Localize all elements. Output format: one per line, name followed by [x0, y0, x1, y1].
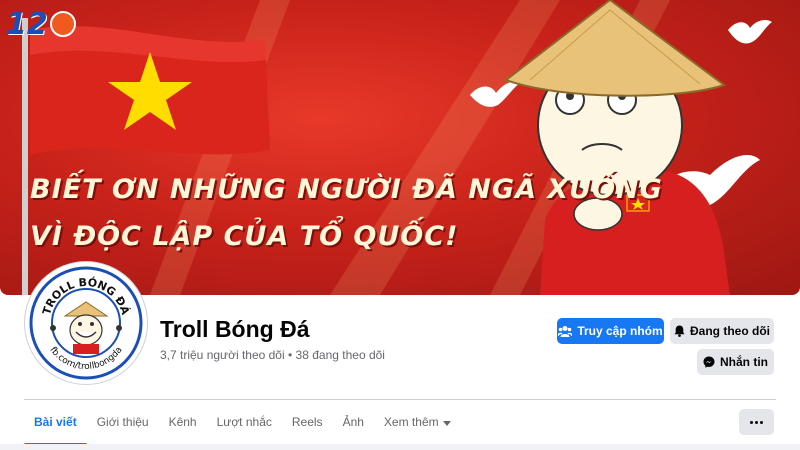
football-icon [49, 11, 76, 37]
page-stats: 3,7 triệu người theo dõi • 38 đang theo … [160, 348, 385, 362]
header-divider [24, 399, 776, 400]
tab-posts[interactable]: Bài viết [24, 402, 87, 446]
cover-headline-line1: BIẾT ƠN NHỮNG NGƯỜI ĐÃ NGÃ XUỐNG [30, 174, 663, 205]
brand-logo: 12 [6, 4, 76, 44]
following-count[interactable]: 38 đang theo dõi [296, 348, 385, 362]
group-icon [558, 326, 573, 337]
tab-mentions[interactable]: Lượt nhắc [207, 402, 282, 442]
access-group-button[interactable]: Truy cập nhóm [557, 318, 664, 344]
cover-photo[interactable]: 12 BIẾT ƠN NHỮNG NGƯỜI ĐÃ NGÃ XUỐNG VÌ Đ… [0, 0, 800, 295]
stats-separator: • [288, 348, 293, 362]
message-button[interactable]: Nhắn tin [697, 349, 774, 375]
page-tabs: Bài viết Giới thiệu Kênh Lượt nhắc Reels… [24, 402, 461, 446]
messenger-icon [703, 356, 715, 368]
facebook-page-header: 12 BIẾT ƠN NHỮNG NGƯỜI ĐÃ NGÃ XUỐNG VÌ Đ… [0, 0, 800, 450]
tab-see-more[interactable]: Xem thêm [374, 402, 461, 442]
following-label: Đang theo dõi [690, 324, 770, 338]
followers-count[interactable]: 3,7 triệu người theo dõi [160, 348, 285, 362]
more-dot [755, 420, 758, 424]
tab-channels[interactable]: Kênh [159, 402, 207, 442]
access-group-label: Truy cập nhóm [577, 324, 663, 338]
more-dots-icon [750, 420, 753, 424]
avatar-logo: TROLL BÓNG ĐÁ fb.com/trollbongda [29, 266, 143, 380]
cover-headline-line2: VÌ ĐỘC LẬP CỦA TỔ QUỐC! [30, 221, 459, 252]
page-title: Troll Bóng Đá [160, 316, 310, 342]
brand-logo-text: 12 [6, 6, 48, 42]
bell-icon [674, 325, 685, 337]
more-options-button[interactable] [739, 409, 774, 435]
tab-reels[interactable]: Reels [282, 402, 333, 442]
following-button[interactable]: Đang theo dõi [670, 318, 774, 344]
tab-about[interactable]: Giới thiệu [87, 402, 159, 442]
message-label: Nhắn tin [720, 355, 768, 369]
caret-down-icon [442, 420, 451, 426]
tab-photos[interactable]: Ảnh [333, 402, 374, 442]
profile-avatar[interactable]: TROLL BÓNG ĐÁ fb.com/trollbongda [25, 262, 147, 384]
flag-pole [22, 18, 28, 295]
content-area-top [0, 444, 800, 450]
more-dot [760, 420, 763, 424]
